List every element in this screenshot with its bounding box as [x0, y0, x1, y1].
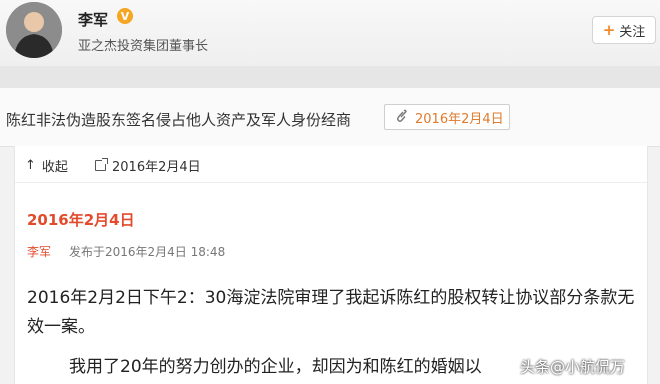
post-toolbar: ↑ 收起 2016年2月4日 [15, 146, 647, 183]
plus-icon: + [602, 21, 616, 39]
avatar-image [6, 2, 62, 58]
section-divider [0, 66, 660, 88]
post-body-continued: 我用了20年的努力创办的企业，却因为和陈红的婚姻以 [69, 357, 482, 377]
user-bio: 亚之杰投资集团董事长 [78, 39, 209, 54]
follow-button[interactable]: + 关注 [592, 16, 656, 44]
collapse-button[interactable]: ↑ 收起 [25, 156, 68, 175]
watermark: 头条@小航侃万 [520, 358, 626, 376]
source-date: 2016年2月4日 [112, 160, 201, 175]
article-date-tag[interactable]: 2016年2月4日 [384, 104, 510, 130]
post-meta: 发布于2016年2月4日 18:48 [69, 245, 226, 259]
user-name[interactable]: 李军 [78, 9, 108, 30]
source-link[interactable]: 2016年2月4日 [95, 156, 201, 175]
paperclip-icon [395, 109, 407, 126]
verified-icon: V [117, 8, 133, 24]
profile-header: 李军 V 亚之杰投资集团董事长 + 关注 [0, 0, 660, 67]
avatar[interactable] [6, 2, 62, 58]
post-card: ↑ 收起 2016年2月4日 2016年2月4日 李军 发布于2016年2月4日… [14, 146, 648, 384]
post-date-heading: 2016年2月4日 [27, 211, 135, 229]
post-body: 2016年2月2日下午2：30海淀法院审理了我起诉陈红的股权转让协议部分条款无效… [27, 288, 635, 337]
paperclip-icon-svg [397, 109, 407, 122]
follow-label: 关注 [619, 24, 646, 40]
article-title-bar: 陈红非法伪造股东签名侵占他人资产及军人身份经商 2016年2月4日 [0, 88, 660, 147]
external-link-icon [95, 158, 108, 171]
collapse-label: 收起 [41, 160, 68, 175]
article-title: 陈红非法伪造股东签名侵占他人资产及军人身份经商 [6, 111, 352, 129]
arrow-up-icon: ↑ [25, 158, 36, 173]
author-link[interactable]: 李军 [27, 243, 51, 260]
article-date: 2016年2月4日 [415, 111, 504, 127]
